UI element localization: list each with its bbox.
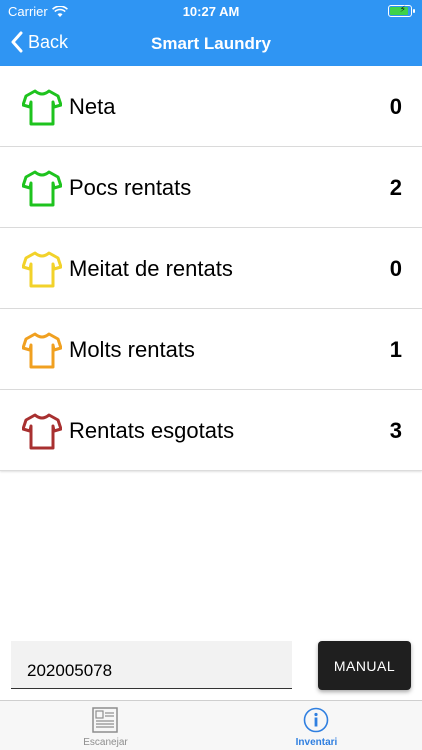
inventory-label: Molts rentats: [69, 337, 195, 362]
shirt-icon: [22, 251, 62, 288]
inventory-row-rentats-esgotats[interactable]: Rentats esgotats 3: [0, 390, 422, 471]
shirt-icon: [22, 332, 62, 369]
inventory-row-meitat-de-rentats[interactable]: Meitat de rentats 0: [0, 228, 422, 309]
shirt-icon: [22, 89, 62, 126]
info-icon: [303, 707, 329, 733]
shirt-icon: [22, 170, 62, 207]
inventory-count: 0: [389, 94, 402, 119]
tab-scan[interactable]: Escanejar: [0, 701, 211, 750]
inventory-row-neta[interactable]: Neta 0: [0, 66, 422, 147]
inventory-label: Rentats esgotats: [69, 418, 235, 443]
inventory-count: 0: [389, 256, 402, 281]
inventory-label: Neta: [69, 94, 116, 119]
tab-scan-label: Escanejar: [83, 737, 128, 748]
tab-inventory-label: Inventari: [295, 737, 338, 748]
inventory-label: Meitat de rentats: [69, 256, 233, 281]
inventory-list: Neta 0 Pocs rentats 2 Meitat de rentats …: [0, 66, 422, 471]
charging-icon: ⚡: [399, 4, 406, 14]
tab-inventory[interactable]: Inventari: [211, 701, 422, 750]
status-time: 10:27 AM: [182, 4, 240, 19]
tab-bar: Escanejar Inventari: [0, 700, 422, 750]
inventory-count: 2: [389, 175, 402, 200]
inventory-count: 1: [389, 337, 402, 362]
shirt-icon: [22, 413, 62, 450]
page-title: Smart Laundry: [151, 34, 271, 53]
inventory-row-pocs-rentats[interactable]: Pocs rentats 2: [0, 147, 422, 228]
status-bar: Carrier 10:27 AM ⚡: [0, 0, 422, 22]
inventory-row-molts-rentats[interactable]: Molts rentats 1: [0, 309, 422, 390]
manual-button[interactable]: MANUAL: [318, 641, 411, 690]
inventory-label: Pocs rentats: [69, 175, 192, 200]
barcode-input[interactable]: [11, 641, 292, 689]
inventory-count: 3: [389, 418, 402, 443]
scan-icon: [92, 707, 118, 733]
navigation-bar: Back Smart Laundry: [0, 22, 422, 66]
